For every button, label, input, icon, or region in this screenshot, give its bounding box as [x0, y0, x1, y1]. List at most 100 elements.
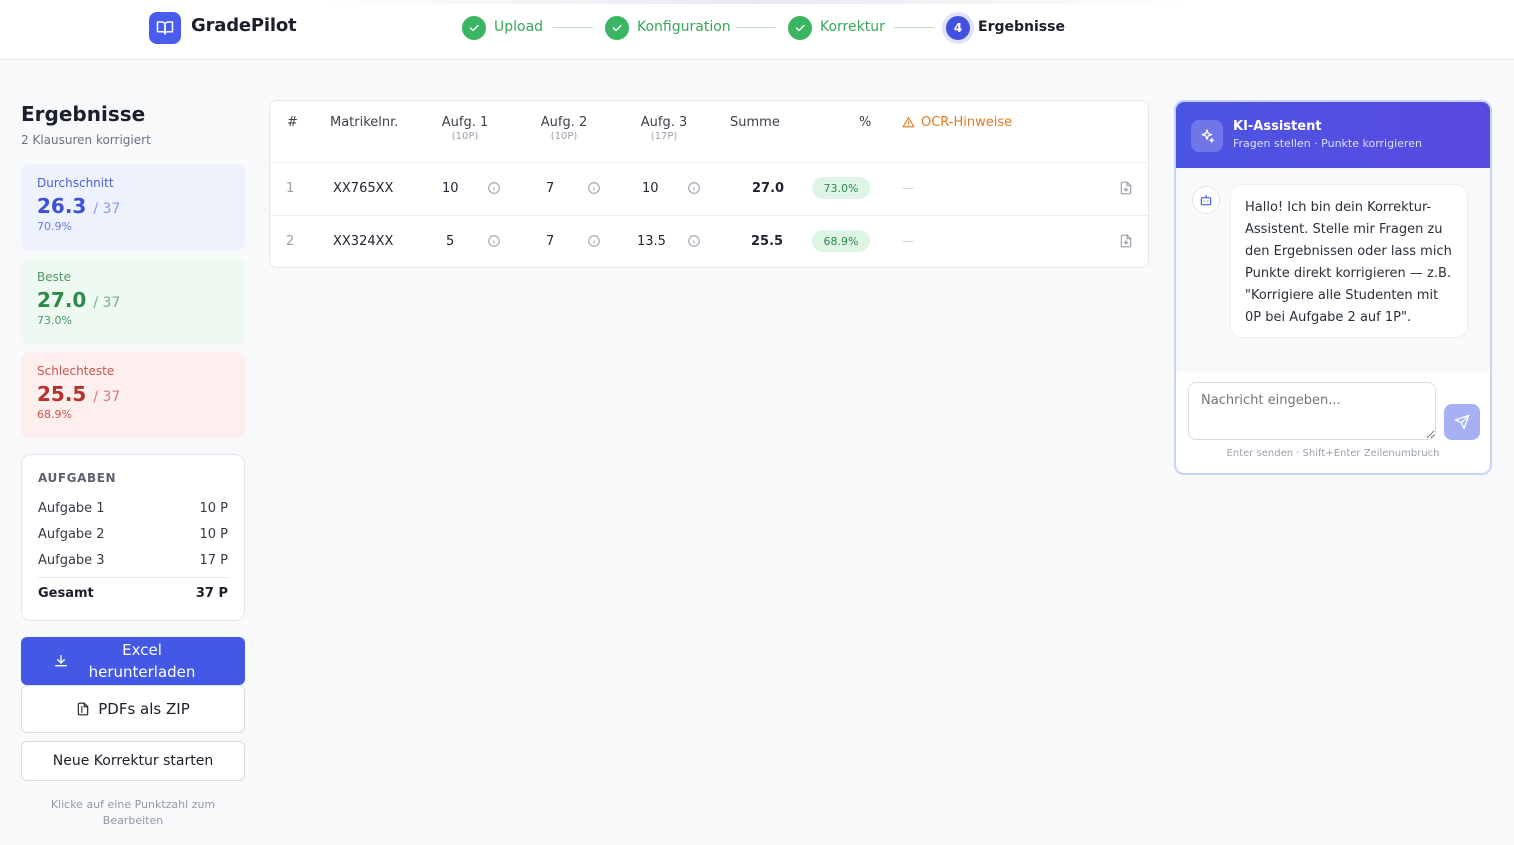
worst-percent: 68.9% — [37, 408, 72, 421]
header-glow — [320, 0, 1190, 4]
chat-title: KI-Assistent — [1233, 119, 1322, 134]
step-connector — [553, 27, 593, 28]
percent-badge: 68.9% — [812, 230, 870, 252]
step-upload[interactable]: Upload — [494, 19, 543, 35]
score-aufg3[interactable]: 13.5 — [637, 234, 666, 249]
col-header-ocr: OCR-Hinweise — [902, 115, 1012, 130]
tasks-heading: AUFGABEN — [38, 471, 117, 485]
average-card: Durchschnitt 26.3 / 37 70.9% — [21, 164, 245, 250]
col-header-aufg2-label: Aufg. 2 — [540, 115, 588, 130]
sum-cell: 27.0 — [752, 181, 785, 196]
score-aufg1[interactable]: 5 — [446, 234, 454, 249]
edit-hint: Klicke auf eine Punktzahl zum Bearbeiten — [50, 798, 216, 827]
info-icon[interactable] — [687, 181, 701, 195]
col-header-aufg3: Aufg. 3 (17P) — [639, 115, 689, 142]
task-name: Aufgabe 1 — [38, 500, 105, 516]
score-aufg3[interactable]: 10 — [642, 181, 659, 196]
check-icon — [788, 16, 812, 40]
book-icon — [149, 12, 181, 44]
warning-icon — [902, 117, 915, 128]
pdf-zip-button[interactable]: PDFs als ZIP — [21, 685, 245, 733]
best-max: / 37 — [93, 295, 121, 311]
task-row: Aufgabe 1 10 P — [38, 495, 228, 521]
page-subtitle: 2 Klausuren korrigiert — [21, 133, 151, 147]
app-name: GradePilot — [191, 15, 297, 36]
chat-messages: Hallo! Ich bin dein Korrektur-Assistent.… — [1176, 168, 1490, 372]
info-icon[interactable] — [587, 181, 601, 195]
matrikel-cell: XX324XX — [333, 234, 394, 249]
task-points: 10 P — [199, 500, 228, 516]
results-table: # Matrikelnr. Aufg. 1 (10P) Aufg. 2 (10P… — [269, 100, 1149, 268]
sparkles-icon — [1191, 120, 1223, 152]
average-max: / 37 — [93, 201, 121, 217]
ocr-empty: — — [902, 234, 914, 248]
step-konfiguration[interactable]: Konfiguration — [637, 19, 731, 35]
task-row: Aufgabe 2 10 P — [38, 521, 228, 547]
task-points: 17 P — [199, 552, 228, 568]
top-bar: GradePilot Upload Konfiguration Korrektu… — [0, 0, 1514, 60]
col-header-aufg2: Aufg. 2 (10P) — [539, 115, 589, 142]
task-total-row: Gesamt 37 P — [38, 577, 228, 603]
score-aufg1[interactable]: 10 — [442, 181, 459, 196]
send-button[interactable] — [1444, 404, 1480, 440]
check-icon — [605, 16, 629, 40]
col-header-matrikel: Matrikelnr. — [330, 115, 399, 130]
score-aufg2[interactable]: 7 — [546, 181, 554, 196]
col-header-aufg3-label: Aufg. 3 — [640, 115, 688, 130]
col-header-aufg1-max: (10P) — [451, 131, 479, 142]
file-download-icon[interactable] — [1119, 180, 1133, 196]
percent-badge: 73.0% — [812, 177, 870, 199]
info-icon[interactable] — [487, 181, 501, 195]
col-header-aufg3-max: (17P) — [650, 131, 678, 142]
file-download-icon[interactable] — [1119, 233, 1133, 249]
row-divider — [270, 215, 1148, 216]
ai-assistant-panel: KI-Assistent Fragen stellen · Punkte kor… — [1174, 100, 1492, 475]
file-archive-icon — [78, 702, 89, 716]
col-header-aufg2-max: (10P) — [550, 131, 578, 142]
bot-icon — [1192, 186, 1220, 214]
average-value: 26.3 — [37, 194, 87, 218]
page-title: Ergebnisse — [21, 102, 146, 126]
header-divider — [270, 162, 1148, 163]
worst-card: Schlechteste 25.5 / 37 68.9% — [21, 352, 245, 438]
excel-download-button[interactable]: Excel herunterladen — [21, 637, 245, 685]
assistant-message: Hallo! Ich bin dein Korrektur-Assistent.… — [1230, 184, 1468, 338]
step-number-badge: 4 — [946, 16, 970, 40]
col-header-summe: Summe — [730, 115, 780, 130]
step-ergebnisse[interactable]: Ergebnisse — [978, 19, 1065, 35]
best-value: 27.0 — [37, 288, 87, 312]
chat-subtitle: Fragen stellen · Punkte korrigieren — [1233, 137, 1422, 150]
info-icon[interactable] — [687, 234, 701, 248]
worst-label: Schlechteste — [37, 364, 115, 378]
best-label: Beste — [37, 270, 71, 284]
step-connector — [736, 27, 776, 28]
total-points: 37 P — [195, 586, 228, 601]
worst-max: / 37 — [93, 389, 121, 405]
score-aufg2[interactable]: 7 — [546, 234, 554, 249]
tasks-card: AUFGABEN Aufgabe 1 10 P Aufgabe 2 10 P A… — [21, 454, 245, 621]
excel-download-label: Excel herunterladen — [88, 641, 196, 681]
download-icon — [55, 655, 67, 667]
matrikel-cell: XX765XX — [333, 181, 394, 196]
chat-header: KI-Assistent Fragen stellen · Punkte kor… — [1176, 102, 1490, 168]
chat-keyboard-hint: Enter senden · Shift+Enter Zeilenumbruch — [1226, 448, 1440, 459]
best-percent: 73.0% — [37, 314, 72, 327]
step-korrektur[interactable]: Korrektur — [820, 19, 885, 35]
col-header-aufg1-label: Aufg. 1 — [441, 115, 489, 130]
info-icon[interactable] — [587, 234, 601, 248]
check-icon — [462, 16, 486, 40]
info-icon[interactable] — [487, 234, 501, 248]
step-connector — [894, 27, 934, 28]
row-index: 2 — [286, 234, 295, 249]
new-correction-button[interactable]: Neue Korrektur starten — [21, 741, 245, 781]
worst-value: 25.5 — [37, 382, 87, 406]
total-label: Gesamt — [38, 586, 94, 601]
task-name: Aufgabe 3 — [38, 552, 105, 568]
chat-message-input[interactable] — [1188, 382, 1436, 440]
average-percent: 70.9% — [37, 220, 72, 233]
task-points: 10 P — [199, 526, 228, 542]
col-header-aufg1: Aufg. 1 (10P) — [440, 115, 490, 142]
best-card: Beste 27.0 / 37 73.0% — [21, 258, 245, 344]
task-name: Aufgabe 2 — [38, 526, 105, 542]
col-header-percent: % — [859, 115, 872, 130]
